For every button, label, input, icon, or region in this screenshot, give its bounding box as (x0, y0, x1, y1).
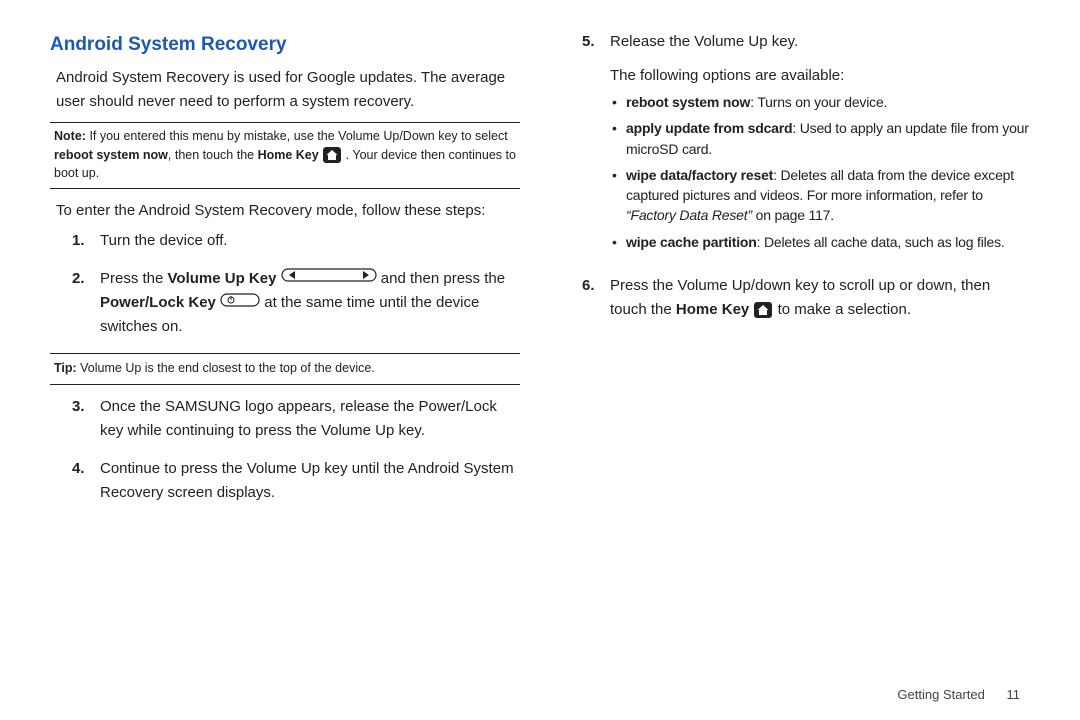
steps-list: 1. Turn the device off. 2. Press the Vol… (72, 229, 520, 339)
volume-key-icon (281, 267, 377, 291)
option-wipe-cache: •wipe cache partition: Deletes all cache… (612, 232, 1030, 252)
divider (50, 384, 520, 385)
footer-page: 11 (1007, 687, 1021, 702)
option-reboot: •reboot system now: Turns on your device… (612, 92, 1030, 112)
power-key-icon (220, 291, 260, 315)
steps-list-right: 5. Release the Volume Up key. The follow… (582, 30, 1030, 322)
step-6: 6. Press the Volume Up/down key to scrol… (582, 274, 1030, 322)
step-4: 4. Continue to press the Volume Up key u… (72, 457, 520, 505)
divider (50, 122, 520, 123)
footer-section: Getting Started (897, 687, 984, 702)
tip-label: Tip: (54, 361, 77, 375)
home-key-icon (753, 301, 773, 319)
options-list: •reboot system now: Turns on your device… (612, 92, 1030, 252)
note-label: Note: (54, 129, 86, 143)
intro-text: Android System Recovery is used for Goog… (56, 66, 520, 114)
section-heading: Android System Recovery (50, 30, 520, 60)
step-1: 1. Turn the device off. (72, 229, 520, 253)
steps-list-cont: 3. Once the SAMSUNG logo appears, releas… (72, 395, 520, 505)
divider (50, 353, 520, 354)
option-wipe-data: •wipe data/factory reset: Deletes all da… (612, 165, 1030, 226)
step-2: 2. Press the Volume Up Key and then pres… (72, 267, 520, 339)
page-footer: Getting Started 11 (897, 687, 1020, 702)
step-3: 3. Once the SAMSUNG logo appears, releas… (72, 395, 520, 443)
option-apply-update: •apply update from sdcard: Used to apply… (612, 118, 1030, 159)
note-text: If you entered this menu by mistake, use… (54, 129, 516, 180)
right-column: 5. Release the Volume Up key. The follow… (560, 30, 1030, 700)
divider (50, 188, 520, 189)
home-key-icon (322, 146, 342, 164)
tip-block: Tip: Volume Up is the end closest to the… (54, 358, 520, 378)
step-5: 5. Release the Volume Up key. The follow… (582, 30, 1030, 260)
left-column: Android System Recovery Android System R… (50, 30, 520, 700)
note-block: Note: If you entered this menu by mistak… (54, 127, 520, 182)
lead-text: To enter the Android System Recovery mod… (56, 199, 520, 223)
